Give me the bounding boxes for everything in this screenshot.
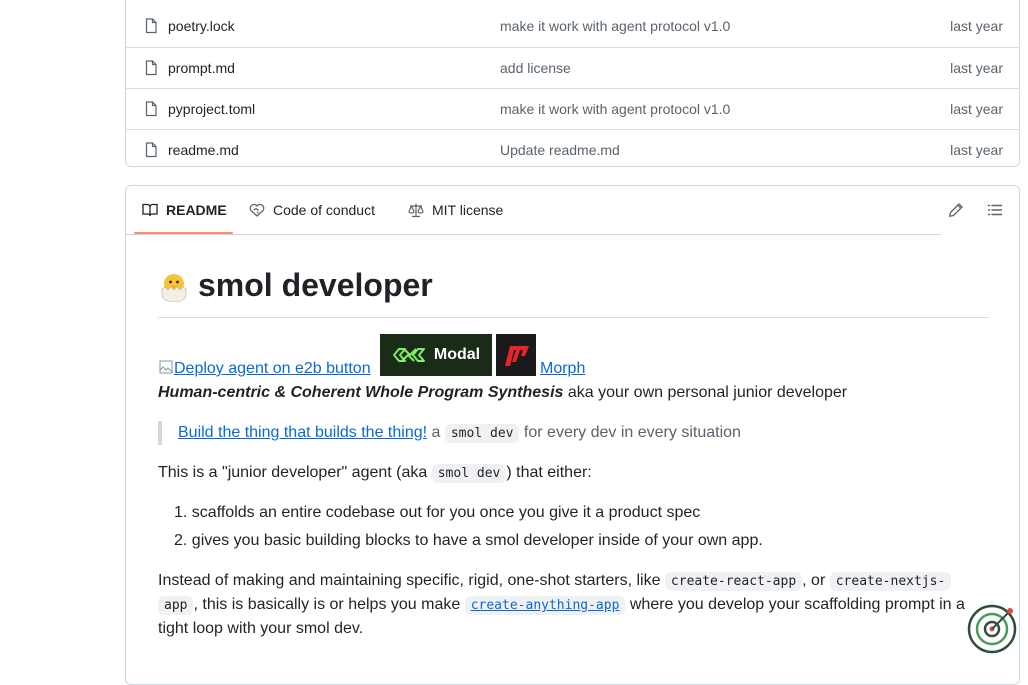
tab-license[interactable]: MIT license [408, 202, 503, 218]
badges-line: Deploy agent on e2b button [158, 357, 371, 381]
heading-divider [158, 317, 989, 318]
file-icon [145, 142, 157, 158]
tagline: Human-centric & Coherent Whole Program S… [158, 381, 847, 405]
file-icon [145, 18, 157, 34]
file-icon [145, 60, 157, 76]
para2-text-b: , or [802, 572, 830, 589]
create-anything-app-code: create-anything-app [464, 596, 626, 615]
readme-tabs: README Code of conduct MIT license [126, 186, 1019, 235]
para2-code-nextjs-cont: app [158, 596, 194, 615]
para2-code-react: create-react-app [664, 572, 803, 591]
list-item: 1. scaffolds an entire codebase out for … [174, 504, 701, 521]
morph-logo-icon [505, 346, 529, 366]
quote-text-rest: for every dev in every situation [519, 424, 741, 441]
intro-text-b: ) that either: [506, 464, 592, 481]
para2-text-c: , this is basically is or helps you make [193, 596, 465, 613]
commit-message[interactable]: make it work with agent protocol v1.0 [500, 101, 730, 117]
modal-badge-label: Modal [433, 346, 481, 363]
commit-message[interactable]: make it work with agent protocol v1.0 [500, 18, 730, 34]
para2-text-a: Instead of making and maintaining specif… [158, 572, 665, 589]
commit-message[interactable]: add license [500, 60, 571, 76]
commit-date: last year [950, 142, 1003, 158]
para2-code-nextjs: create-nextjs- [829, 572, 952, 591]
commit-date: last year [950, 60, 1003, 76]
intro-text-a: This is a "junior developer" agent (aka [158, 464, 432, 481]
assistant-orb-icon[interactable] [966, 603, 1018, 655]
quote-text-a: a [427, 424, 445, 441]
commit-message[interactable]: Update readme.md [500, 142, 620, 158]
file-icon [145, 101, 157, 117]
page-title: smol developer [198, 267, 433, 303]
tagline-emphasis: Human-centric & Coherent Whole Program S… [158, 384, 564, 401]
scale-icon [408, 203, 424, 218]
file-row[interactable]: readme.md Update readme.md last year [126, 129, 1019, 170]
tab-code-of-conduct[interactable]: Code of conduct [249, 202, 375, 218]
commit-date: last year [950, 101, 1003, 117]
file-row[interactable]: poetry.lock make it work with agent prot… [126, 6, 1019, 47]
file-name[interactable]: poetry.lock [168, 18, 235, 34]
para2-line2: app, this is basically is or helps you m… [158, 593, 965, 618]
tab-readme[interactable]: README [142, 202, 227, 218]
morph-link-wrap: Morph [540, 357, 585, 381]
create-anything-app-link[interactable]: create-anything-app [464, 596, 626, 615]
modal-badge[interactable]: Modal [380, 334, 492, 376]
deploy-e2b-alt: Deploy agent on e2b button [174, 360, 371, 377]
outline-list-icon[interactable] [987, 202, 1003, 218]
blockquote-bar [158, 421, 162, 445]
morph-logo-badge[interactable] [496, 334, 536, 376]
tagline-rest: aka your own personal junior developer [563, 384, 848, 401]
tab-license-label: MIT license [432, 202, 504, 218]
para2-line3: tight loop with your smol dev. [158, 620, 364, 637]
intro-paragraph: This is a "junior developer" agent (aka … [158, 461, 592, 486]
broken-image-icon [159, 360, 173, 374]
file-name[interactable]: readme.md [168, 142, 239, 158]
pencil-icon[interactable] [948, 202, 964, 218]
build-thing-link[interactable]: Build the thing that builds the thing! [178, 424, 427, 441]
para2-text-d: where you develop your scaffolding promp… [625, 596, 965, 613]
file-list: poetry.lock make it work with agent prot… [125, 0, 1020, 167]
readme-heading: smol developer [158, 267, 433, 304]
file-row[interactable]: prompt.md add license last year [126, 47, 1019, 88]
tab-conduct-label: Code of conduct [273, 202, 375, 218]
readme-panel: README Code of conduct MIT license smol … [125, 185, 1020, 685]
morph-link[interactable]: Morph [540, 360, 585, 377]
file-name[interactable]: prompt.md [168, 60, 235, 76]
modal-logo-icon [392, 348, 425, 362]
blockquote: Build the thing that builds the thing! a… [178, 421, 741, 446]
list-item: 2. gives you basic building blocks to ha… [174, 532, 763, 549]
file-row[interactable]: pyproject.toml make it work with agent p… [126, 88, 1019, 129]
para2-line1: Instead of making and maintaining specif… [158, 569, 952, 594]
tab-readme-label: README [166, 202, 227, 218]
heart-handshake-icon [249, 203, 265, 217]
commit-date: last year [950, 18, 1003, 34]
book-icon [142, 203, 158, 217]
quote-code: smol dev [444, 424, 520, 443]
tabs-divider [126, 234, 941, 235]
file-name[interactable]: pyproject.toml [168, 101, 255, 117]
intro-code: smol dev [431, 464, 507, 483]
hatching-chick-icon [161, 273, 187, 302]
deploy-e2b-link[interactable]: Deploy agent on e2b button [158, 360, 371, 377]
